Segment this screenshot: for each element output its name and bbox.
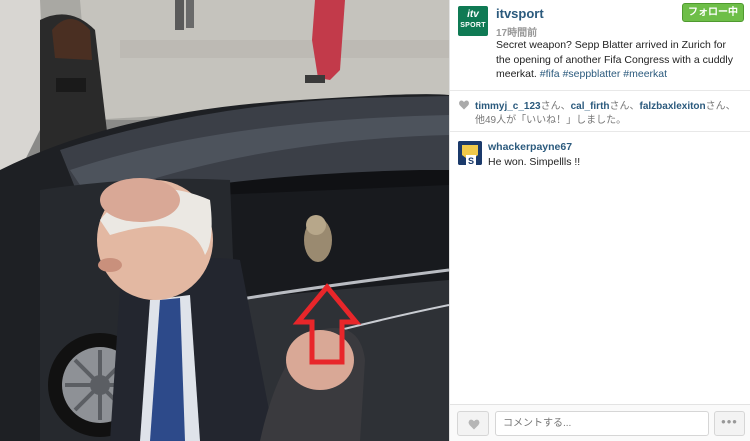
likes-summary: timmyj_c_123さん、cal_firthさん、falzbaxlexito… <box>450 90 750 132</box>
post-timestamp: 17時間前 <box>496 28 538 39</box>
hashtag-link[interactable]: #meerkat <box>623 68 667 80</box>
likes-others-text[interactable]: 他49人が「いいね！」しました。 <box>475 111 626 126</box>
avatar[interactable]: itv SPORT <box>458 6 488 36</box>
comment-avatar[interactable]: S <box>458 141 482 165</box>
photo-illustration <box>0 0 449 441</box>
hashtag-link[interactable]: #fifa <box>540 68 560 80</box>
follow-button[interactable]: フォロー中 <box>682 3 744 22</box>
post-side-panel: itv SPORT itvsport 17時間前 フォロー中 Secret we… <box>449 0 750 441</box>
comments-list: S whackerpayne67 He won. Simpellls !! <box>450 132 750 404</box>
comment-bar: ••• <box>450 404 750 441</box>
avatar-logo-top: itv <box>467 9 479 20</box>
post-username[interactable]: itvsport <box>496 6 544 21</box>
heart-icon <box>468 419 480 430</box>
ellipsis-icon[interactable]: ••• <box>714 411 745 436</box>
svg-text:S: S <box>468 156 474 165</box>
like-button[interactable] <box>457 411 489 436</box>
comment-input[interactable] <box>495 411 709 436</box>
post-photo[interactable] <box>0 0 449 441</box>
post-caption: Secret weapon? Sepp Blatter arrived in Z… <box>496 38 742 82</box>
comment-username[interactable]: whackerpayne67 <box>488 141 572 153</box>
post-header: itv SPORT itvsport 17時間前 フォロー中 Secret we… <box>450 0 750 90</box>
hashtag-link[interactable]: #seppblatter <box>563 68 621 80</box>
heart-icon <box>459 100 469 110</box>
avatar-logo-bottom: SPORT <box>460 22 486 29</box>
comment-text: He won. Simpellls !! <box>488 156 581 168</box>
liker-link[interactable]: falzbaxlexiton <box>640 101 706 112</box>
